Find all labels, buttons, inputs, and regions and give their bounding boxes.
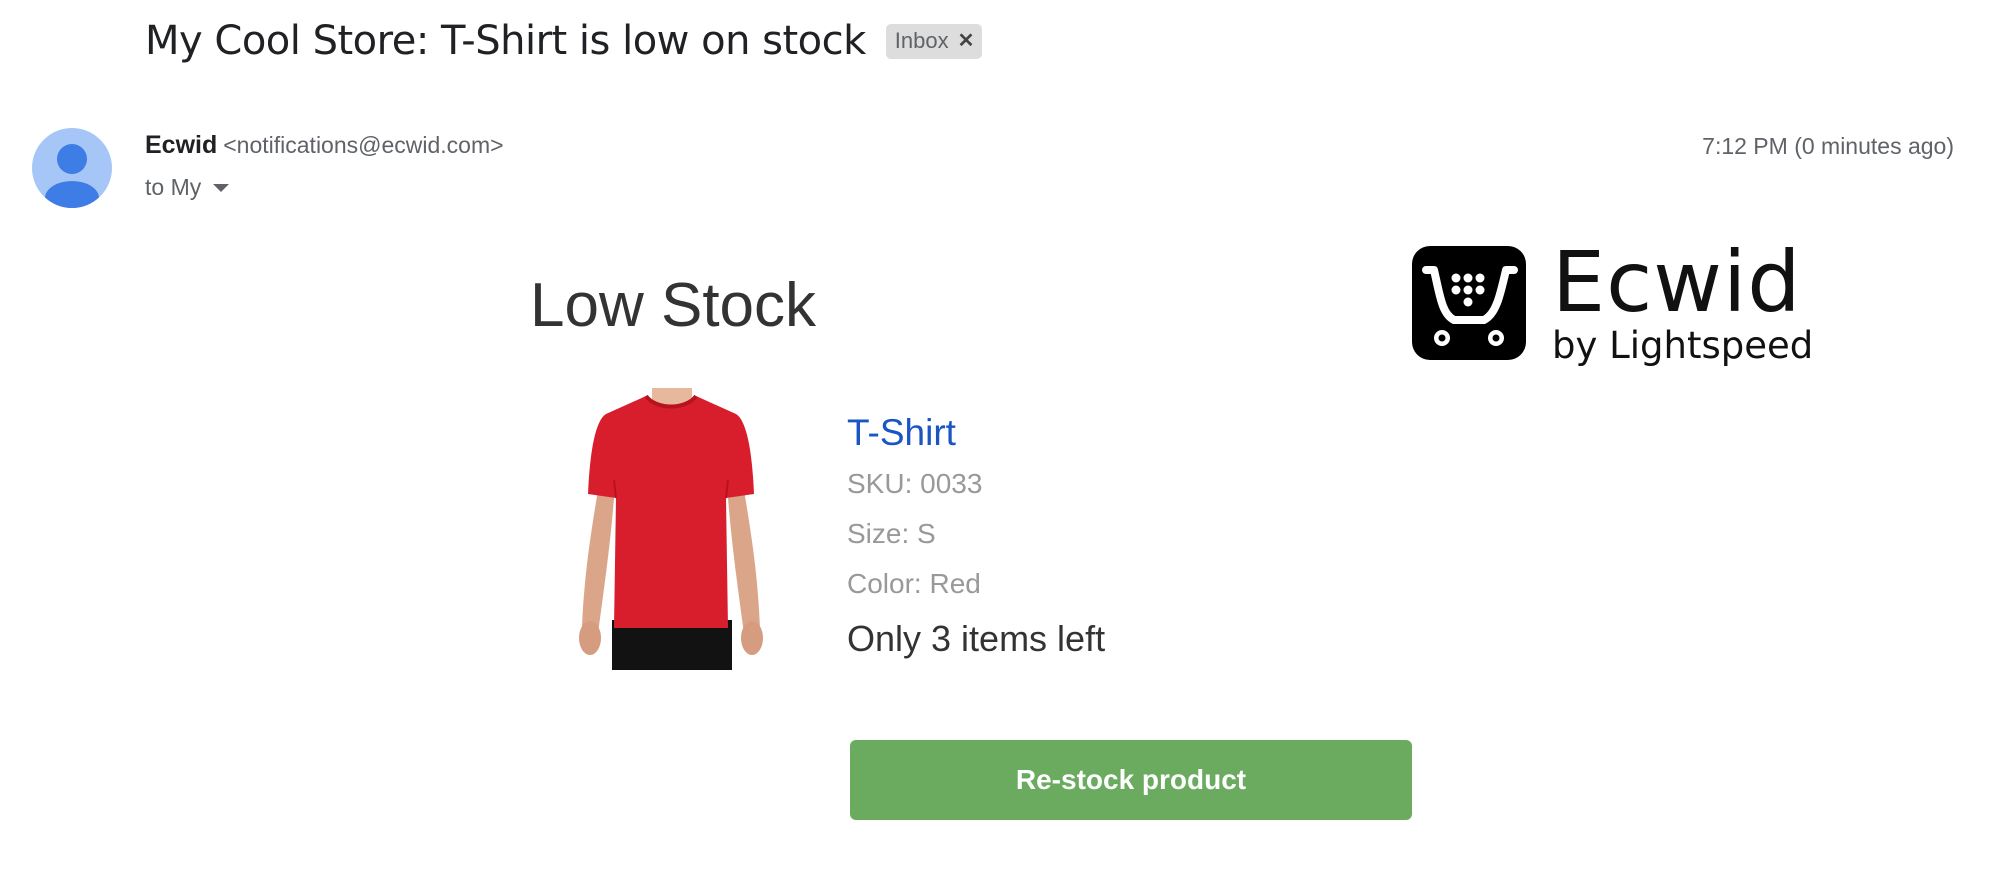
inbox-label-text: Inbox: [894, 27, 949, 53]
stock-note: Only 3 items left: [847, 618, 1106, 659]
email-headline: Low Stock: [530, 271, 817, 340]
email-subject: My Cool Store: T-Shirt is low on stock: [145, 18, 866, 64]
product-size: Size: S: [847, 518, 936, 549]
product-image[interactable]: [576, 388, 766, 670]
chevron-down-icon[interactable]: [213, 183, 230, 192]
recipient-details-toggle[interactable]: to My: [145, 174, 230, 201]
ecwid-logo[interactable]: Ecwid by Lightspeed: [1412, 240, 1814, 367]
inbox-label-chip[interactable]: Inbox ✕: [885, 23, 983, 59]
person-icon: [45, 144, 99, 208]
email-timestamp: 7:12 PM (0 minutes ago): [1702, 133, 1954, 159]
recipient-text: to My: [145, 174, 202, 200]
logo-word: Ecwid: [1552, 233, 1802, 331]
avatar[interactable]: [32, 128, 112, 208]
sender-name[interactable]: Ecwid: [145, 131, 217, 159]
close-icon[interactable]: ✕: [958, 28, 975, 53]
restock-product-button[interactable]: Re-stock product: [850, 740, 1412, 820]
product-name-link[interactable]: T-Shirt: [847, 412, 1105, 454]
shopping-cart-icon: [1412, 246, 1526, 360]
email-subject-row: My Cool Store: T-Shirt is low on stock I…: [145, 18, 983, 64]
logo-tagline: by Lightspeed: [1552, 324, 1814, 367]
product-color: Color: Red: [847, 568, 981, 599]
logo-text: Ecwid by Lightspeed: [1552, 240, 1814, 367]
product-sku: SKU: 0033: [847, 468, 983, 499]
sender-email: <notifications@ecwid.com>: [223, 132, 504, 158]
product-info: T-Shirt SKU: 0033 Size: S Color: Red Onl…: [847, 412, 1105, 660]
sender-row: Ecwid <notifications@ecwid.com>: [145, 131, 504, 160]
